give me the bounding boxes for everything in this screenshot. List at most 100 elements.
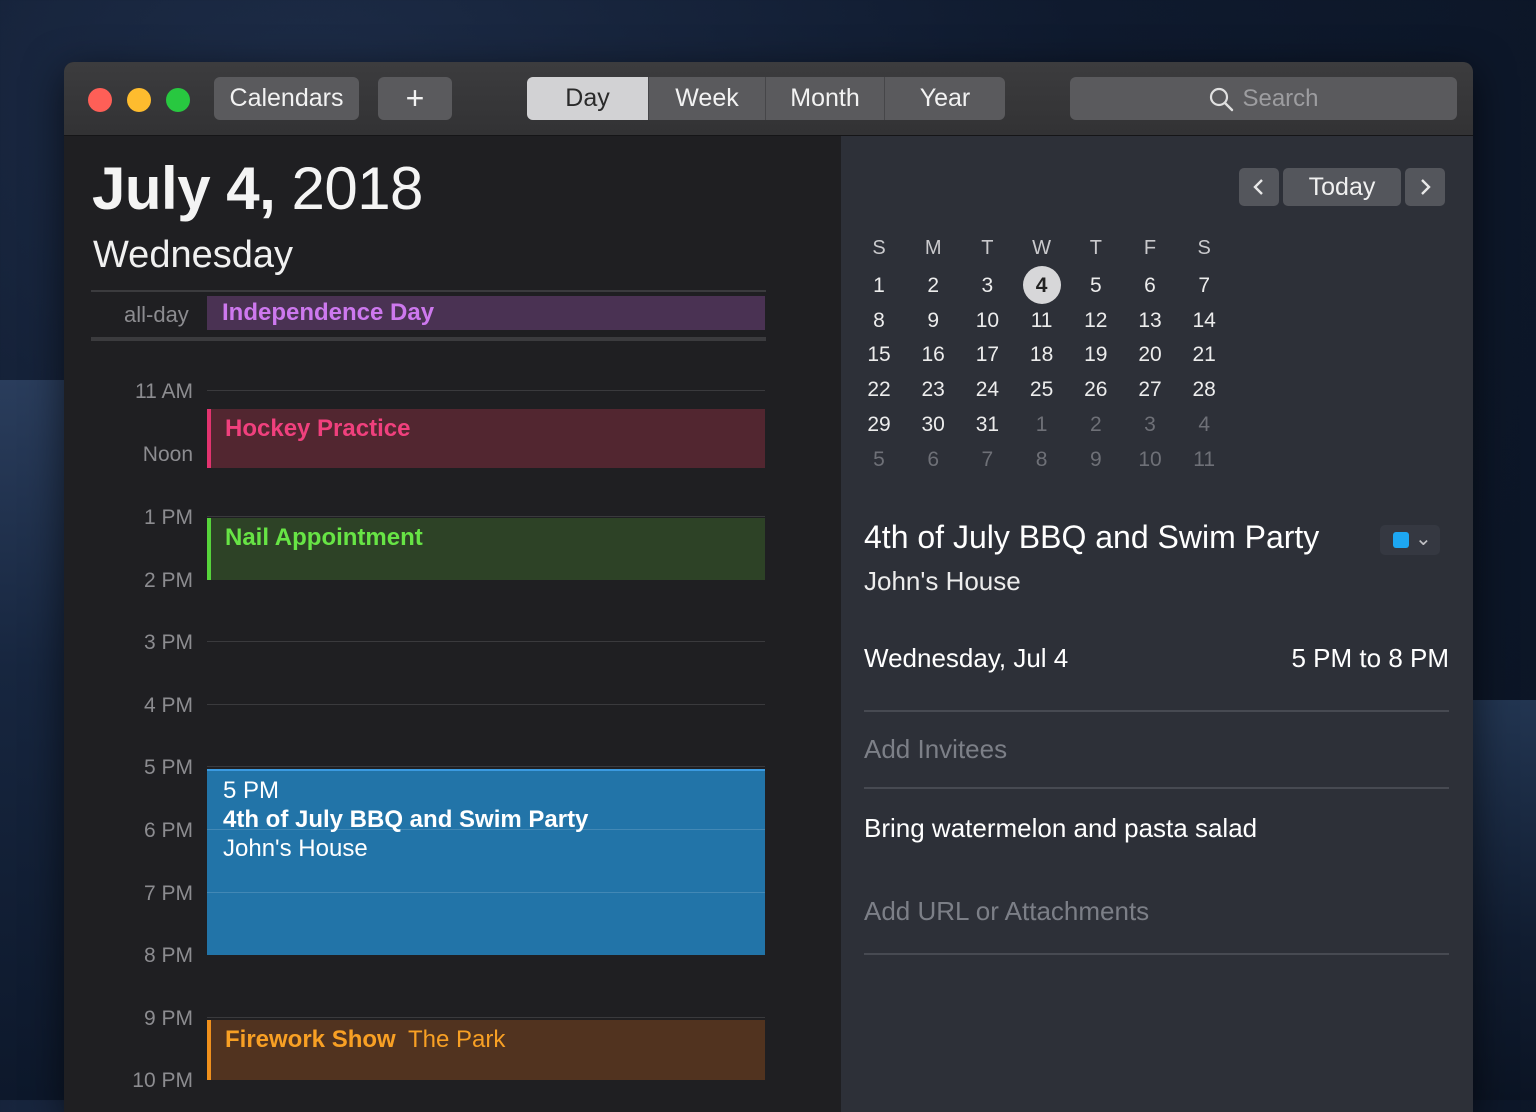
hour-label: 4 PM <box>143 694 193 717</box>
calendar-day[interactable]: 28 <box>1177 372 1231 407</box>
close-window-button[interactable] <box>88 88 112 112</box>
event-location: The Park <box>408 1026 506 1053</box>
divider <box>91 337 766 341</box>
event-notes-field[interactable]: Bring watermelon and pasta salad <box>864 813 1257 844</box>
add-url-field[interactable]: Add URL or Attachments <box>864 896 1149 927</box>
hour-label: 7 PM <box>143 882 193 905</box>
calendar-color-swatch <box>1393 532 1409 548</box>
hour-line <box>207 704 765 705</box>
event-detail-location[interactable]: John's House <box>864 566 1021 597</box>
weekday-header: M <box>924 237 942 259</box>
calendar-day[interactable]: 1 <box>1015 407 1069 442</box>
calendar-day[interactable]: 6 <box>906 442 960 477</box>
chevron-left-icon <box>1253 179 1263 195</box>
weekday-header: S <box>872 237 886 259</box>
desktop-background <box>0 380 70 1100</box>
calendar-day[interactable]: 12 <box>1069 303 1123 338</box>
event-nail-appointment[interactable]: Nail Appointment <box>207 518 765 580</box>
calendar-window: Calendars + Day Week Month Year Search J… <box>64 62 1473 1112</box>
calendar-day[interactable]: 17 <box>960 337 1014 372</box>
calendar-day[interactable]: 9 <box>906 303 960 338</box>
event-location: John's House <box>223 835 368 862</box>
calendar-day[interactable]: 30 <box>906 407 960 442</box>
calendar-day[interactable]: 8 <box>1015 442 1069 477</box>
inspector-panel: Today S M T W T F S 1 2 3 4 5 6 7 8 9 10 11 12 13 14 15 16 17 18… <box>841 136 1473 1112</box>
previous-month-button[interactable] <box>1239 168 1279 206</box>
calendar-day[interactable]: 11 <box>1177 442 1231 477</box>
zoom-window-button[interactable] <box>166 88 190 112</box>
calendar-day[interactable]: 10 <box>1123 442 1177 477</box>
minimize-window-button[interactable] <box>127 88 151 112</box>
calendar-day[interactable]: 29 <box>852 407 906 442</box>
tab-week[interactable]: Week <box>649 77 766 120</box>
calendar-day-selected[interactable]: 4 <box>1015 268 1069 303</box>
chevron-down-icon: ⌄ <box>1415 528 1432 550</box>
hour-label: 1 PM <box>143 506 193 529</box>
calendar-day[interactable]: 15 <box>852 337 906 372</box>
calendar-day[interactable]: 16 <box>906 337 960 372</box>
divider <box>91 290 766 292</box>
calendar-color-picker[interactable]: ⌄ <box>1380 525 1440 555</box>
event-detail-title[interactable]: 4th of July BBQ and Swim Party <box>864 519 1319 556</box>
calendar-day[interactable]: 8 <box>852 303 906 338</box>
calendar-day[interactable]: 2 <box>906 268 960 303</box>
desktop-background-right <box>1466 700 1536 1100</box>
event-time: 5 PM <box>223 777 280 804</box>
today-button[interactable]: Today <box>1283 168 1401 206</box>
hour-line <box>207 1017 765 1018</box>
calendar-day[interactable]: 2 <box>1069 407 1123 442</box>
calendars-button[interactable]: Calendars <box>214 77 359 120</box>
calendar-day[interactable]: 11 <box>1015 303 1069 338</box>
calendar-day[interactable]: 7 <box>960 442 1014 477</box>
calendar-day[interactable]: 13 <box>1123 303 1177 338</box>
calendar-day[interactable]: 27 <box>1123 372 1177 407</box>
calendar-day[interactable]: 21 <box>1177 337 1231 372</box>
calendar-day[interactable]: 26 <box>1069 372 1123 407</box>
calendar-day[interactable]: 19 <box>1069 337 1123 372</box>
year: 2018 <box>291 155 423 222</box>
hour-label: 5 PM <box>143 756 193 779</box>
calendar-day[interactable]: 22 <box>852 372 906 407</box>
calendar-day[interactable]: 4 <box>1177 407 1231 442</box>
calendar-day[interactable]: 23 <box>906 372 960 407</box>
event-detail-date[interactable]: Wednesday, Jul 4 <box>864 643 1068 674</box>
calendar-day[interactable]: 7 <box>1177 268 1231 303</box>
calendar-day[interactable]: 3 <box>1123 407 1177 442</box>
calendar-day[interactable]: 6 <box>1123 268 1177 303</box>
next-month-button[interactable] <box>1405 168 1445 206</box>
add-event-button[interactable]: + <box>378 77 452 120</box>
calendar-day[interactable]: 1 <box>852 268 906 303</box>
all-day-label: all-day <box>124 302 189 327</box>
calendar-day[interactable]: 24 <box>960 372 1014 407</box>
all-day-event[interactable]: Independence Day <box>207 296 765 330</box>
tab-month[interactable]: Month <box>766 77 885 120</box>
event-title: Firework Show <box>225 1026 396 1053</box>
search-placeholder: Search <box>1242 84 1319 112</box>
event-firework-show[interactable]: Firework Show The Park <box>207 1020 765 1080</box>
calendar-day[interactable]: 3 <box>960 268 1014 303</box>
event-title: Hockey Practice <box>225 415 411 442</box>
calendar-day[interactable]: 20 <box>1123 337 1177 372</box>
tab-year[interactable]: Year <box>885 77 1005 120</box>
calendar-day[interactable]: 31 <box>960 407 1014 442</box>
event-bbq-party[interactable]: 5 PM 4th of July BBQ and Swim Party John… <box>207 769 765 955</box>
calendar-day[interactable]: 5 <box>852 442 906 477</box>
search-icon <box>1210 87 1234 111</box>
calendar-day[interactable]: 10 <box>960 303 1014 338</box>
search-field[interactable]: Search <box>1070 77 1457 120</box>
hour-line <box>207 516 765 517</box>
weekday-header: W <box>1032 237 1052 259</box>
page-title: July 4, 2018 <box>92 154 423 223</box>
event-detail-time[interactable]: 5 PM to 8 PM <box>1292 643 1450 674</box>
tab-day[interactable]: Day <box>527 77 649 120</box>
calendar-day[interactable]: 18 <box>1015 337 1069 372</box>
calendar-day[interactable]: 9 <box>1069 442 1123 477</box>
event-hockey-practice[interactable]: Hockey Practice <box>207 409 765 468</box>
calendar-day[interactable]: 14 <box>1177 303 1231 338</box>
calendar-day[interactable]: 5 <box>1069 268 1123 303</box>
event-title: 4th of July BBQ and Swim Party <box>223 806 589 833</box>
day-view: July 4, 2018 Wednesday all-day Independe… <box>64 136 840 1112</box>
divider <box>864 787 1449 789</box>
calendar-day[interactable]: 25 <box>1015 372 1069 407</box>
add-invitees-field[interactable]: Add Invitees <box>864 734 1007 765</box>
